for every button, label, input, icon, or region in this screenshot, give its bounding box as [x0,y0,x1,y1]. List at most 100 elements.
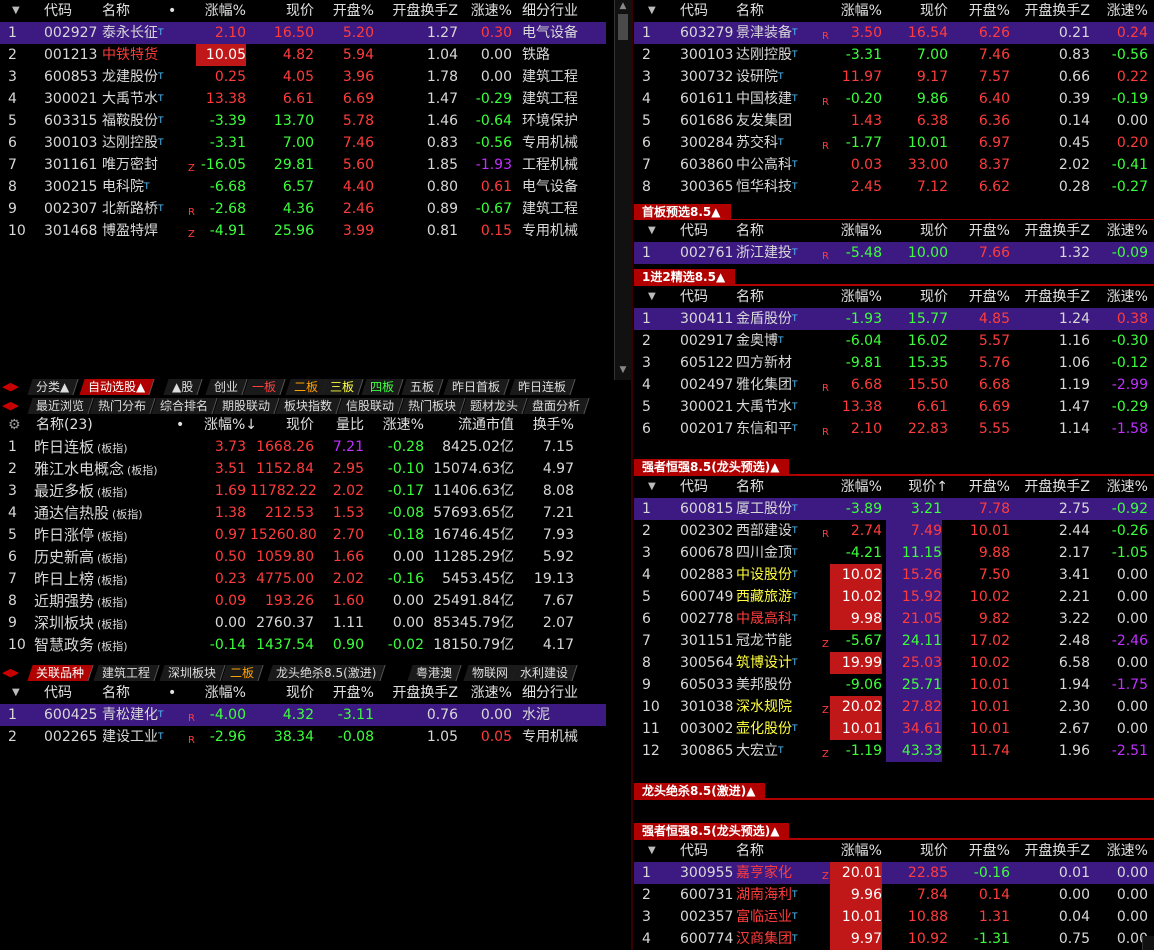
table-row[interactable]: 4 002497 雅化集团T R 6.68 15.50 6.68 1.19 -2.99 [634,374,1154,396]
sort-arrow-icon[interactable]: ▼ [648,220,656,242]
tab-tabs2-2[interactable]: 综合排名 [151,398,218,414]
table-row[interactable]: 1 300955 嘉亨家化 Z 20.01 22.85 -0.16 0.01 0.00 [634,862,1154,884]
table-row[interactable]: 6 002017 东信和平T R 2.10 22.83 5.55 1.14 -1.58 [634,418,1154,440]
table-row[interactable]: 5 昨日涨停 (板指) 0.97 15260.80 2.70 -0.18 16746.45亿 7… [0,524,630,546]
table-row[interactable]: 1 300411 金盾股份T -1.93 15.77 4.85 1.24 0.38 [634,308,1154,330]
section-title-label[interactable]: 1进2精选8.5▲ [634,269,736,285]
table-row[interactable]: 2 002265 建设工业T R -2.96 38.34 -0.08 1.05 0.05 专用机械 [0,726,630,748]
table-row[interactable]: 4 300021 大禹节水T 13.38 6.61 6.69 1.47 -0.29 建筑工程 [0,88,630,110]
sort-arrow-icon[interactable]: ▼ [648,0,656,22]
tab-left-arrow-icon[interactable]: ◀▶ [2,399,19,412]
table-row[interactable]: 2 001213 中铁特货 10.05 4.82 5.94 1.04 0.00 铁路 [0,44,630,66]
table-row[interactable]: 1 002927 泰永长征T 2.10 16.50 5.20 1.27 0.30 电气设备 [0,22,606,44]
tab-tabs2-5[interactable]: 信股联动 [337,398,404,414]
table-row[interactable]: 3 600678 四川金顶T -4.21 11.15 9.88 2.17 -1.05 [634,542,1154,564]
tab-tabs1-1[interactable]: 自动选股▲ [79,379,155,395]
table-row[interactable]: 11 003002 壶化股份T 10.01 34.61 10.01 2.67 0.00 [634,718,1154,740]
sort-arrow-icon[interactable]: ▼ [12,0,20,22]
tab-tabs1-4[interactable]: 一板 [243,379,286,395]
tab-tabs2-8[interactable]: 盘面分析 [523,398,590,414]
table-row[interactable]: 5 600749 西藏旅游T 10.02 15.92 10.02 2.21 0.00 [634,586,1154,608]
vertical-divider[interactable] [631,0,633,950]
tab-tabs2-4[interactable]: 板块指数 [275,398,342,414]
section-title-1to2[interactable]: 1进2精选8.5▲ [634,268,1154,286]
table-row[interactable]: 8 近期强势 (板指) 0.09 193.26 1.60 0.00 25491.84亿 7.67 [0,590,630,612]
tab-tabs1-9[interactable]: 昨日首板 [443,379,510,395]
tab-left-arrow-icon[interactable]: ◀▶ [2,666,19,679]
table-row[interactable]: 9 002307 北新路桥T R -2.68 4.36 2.46 0.89 -0.67 建筑工程 [0,198,630,220]
tab-tabs3-6[interactable]: 物联网 [463,665,518,681]
table-row[interactable]: 6 历史新高 (板指) 0.50 1059.80 1.66 0.00 11285.29亿 5.9… [0,546,630,568]
tab-tabs1-8[interactable]: 五板 [401,379,444,395]
scroll-down-arrow-icon[interactable]: ▼ [615,364,631,376]
table-row[interactable]: 2 300103 达刚控股T -3.31 7.00 7.46 0.83 -0.56 [634,44,1154,66]
tab-tabs1-10[interactable]: 昨日连板 [509,379,576,395]
section-title-dragon[interactable]: 龙头绝杀8.5(激进)▲ [634,782,1154,800]
tab-left-arrow-icon[interactable]: ◀▶ [2,380,19,393]
section-title-strong-2[interactable]: 强者恒强8.5(龙头预选)▲ [634,822,1154,840]
tab-tabs3-7[interactable]: 水利建设 [511,665,578,681]
table-row[interactable]: 2 雅江水电概念 (板指) 3.51 1152.84 2.95 -0.10 15074.63亿… [0,458,630,480]
tab-tabs1-3[interactable]: 创业 [205,379,248,395]
table-row[interactable]: 8 300215 电科院T -6.68 6.57 4.40 0.80 0.61 电气设备 [0,176,630,198]
table-row[interactable]: 1 昨日连板 (板指) 3.73 1668.26 7.21 -0.28 8425.02亿 7.1… [0,436,630,458]
table-row[interactable]: 2 002917 金奥博T -6.04 16.02 5.57 1.16 -0.30 [634,330,1154,352]
table-row[interactable]: 1 002761 浙江建投T R -5.48 10.00 7.66 1.32 -0.09 [634,242,1154,264]
table-row[interactable]: 7 昨日上榜 (板指) 0.23 4775.00 2.02 -0.16 5453.45亿 19.… [0,568,630,590]
tab-tabs2-7[interactable]: 题材龙头 [461,398,528,414]
table-row[interactable]: 5 300021 大禹节水T 13.38 6.61 6.69 1.47 -0.29 [634,396,1154,418]
scroll-up-arrow-icon[interactable]: ▲ [615,0,631,12]
section-title-label[interactable]: 强者恒强8.5(龙头预选)▲ [634,459,790,475]
sort-arrow-icon[interactable]: ▼ [12,682,20,704]
table-row[interactable]: 10 智慧政务 (板指) -0.14 1437.54 0.90 -0.02 18150.79亿… [0,634,630,656]
sort-arrow-icon[interactable]: ▼ [648,840,656,862]
right-bottom-scrollbar[interactable] [1142,936,1154,950]
tab-tabs1-0[interactable]: 分类▲ [27,379,79,395]
table-row[interactable]: 3 最近多板 (板指) 1.69 11782.22 2.02 -0.17 11406.63亿 8… [0,480,630,502]
tab-tabs3-5[interactable]: 粤港澳 [407,665,462,681]
table-row[interactable]: 4 通达信热股 (板指) 1.38 212.53 1.53 -0.08 57693.65亿 7.… [0,502,630,524]
table-row[interactable]: 8 300365 恒华科技T 2.45 7.12 6.62 0.28 -0.27 [634,176,1154,198]
table-row[interactable]: 7 603860 中公高科T 0.03 33.00 8.37 2.02 -0.41 [634,154,1154,176]
section-title-label[interactable]: 强者恒强8.5(龙头预选)▲ [634,823,790,839]
top-left-scrollbar[interactable]: ▲ ▼ [614,0,631,380]
table-row[interactable]: 9 深圳板块 (板指) 0.00 2760.37 1.11 0.00 85345.79亿 2.0… [0,612,630,634]
sort-arrow-icon[interactable]: ▼ [648,286,656,308]
tab-tabs1-6[interactable]: 三板 [321,379,364,395]
table-row[interactable]: 1 600425 青松建化T R -4.00 4.32 -3.11 0.76 0.00 水泥 [0,704,606,726]
tab-tabs3-4[interactable]: 龙头绝杀8.5(激进) [267,665,387,681]
tab-tabs2-3[interactable]: 期股联动 [213,398,280,414]
table-row[interactable]: 3 600853 龙建股份T 0.25 4.05 3.96 1.78 0.00 建筑工程 [0,66,630,88]
table-row[interactable]: 2 002302 西部建设T R 2.74 7.49 10.01 2.44 -0.26 [634,520,1154,542]
tab-tabs3-3[interactable]: 二板 [221,665,264,681]
section-title-strong[interactable]: 强者恒强8.5(龙头预选)▲ [634,458,1154,476]
tab-tabs2-0[interactable]: 最近浏览 [27,398,94,414]
section-title-label[interactable]: 龙头绝杀8.5(激进)▲ [634,783,766,799]
tab-tabs3-2[interactable]: 深圳板块 [159,665,226,681]
section-title-label[interactable]: 首板预选8.5▲ [634,204,731,220]
table-row[interactable]: 3 300732 设研院T 11.97 9.17 7.57 0.66 0.22 [634,66,1154,88]
table-row[interactable]: 1 600815 厦工股份T -3.89 3.21 7.78 2.75 -0.92 [634,498,1154,520]
table-row[interactable]: 12 300865 大宏立T Z -1.19 43.33 11.74 1.96 -2.51 [634,740,1154,762]
tab-tabs2-1[interactable]: 热门分布 [89,398,156,414]
table-row[interactable]: 8 300564 筑博设计T 19.99 25.03 10.02 6.58 0.00 [634,652,1154,674]
gear-icon[interactable]: ⚙ [8,414,21,436]
table-row[interactable]: 6 002778 中晟高科T 9.98 21.05 9.82 3.22 0.00 [634,608,1154,630]
table-row[interactable]: 10 301038 深水规院 Z 20.02 27.82 10.01 2.30 0.00 [634,696,1154,718]
tab-tabs1-2[interactable]: ▲股 [163,379,203,395]
table-row[interactable]: 4 002883 中设股份T 10.02 15.26 7.50 3.41 0.00 [634,564,1154,586]
table-row[interactable]: 9 605033 美邦股份 -9.06 25.71 10.01 1.94 -1.75 [634,674,1154,696]
table-row[interactable]: 2 600731 湖南海利T 9.96 7.84 0.14 0.00 0.00 [634,884,1154,906]
scrollbar-thumb[interactable] [618,14,628,40]
table-row[interactable]: 5 601686 友发集团 1.43 6.38 6.36 0.14 0.00 [634,110,1154,132]
table-row[interactable]: 7 301161 唯万密封 Z -16.05 29.81 5.60 1.85 -1.93 工程机械 [0,154,630,176]
table-row[interactable]: 1 603279 景津装备T R 3.50 16.54 6.26 0.21 0.24 [634,22,1154,44]
tab-tabs3-0[interactable]: 关联品种 [27,665,94,681]
section-title-first-board[interactable]: 首板预选8.5▲ [634,203,1154,221]
table-row[interactable]: 4 601611 中国核建T R -0.20 9.86 6.40 0.39 -0.19 [634,88,1154,110]
table-row[interactable]: 10 301468 博盈特焊 Z -4.91 25.96 3.99 0.81 0.15 专用机械 [0,220,630,242]
table-row[interactable]: 4 600774 汉商集团T 9.97 10.92 -1.31 0.75 0.00 [634,928,1154,950]
table-row[interactable]: 5 603315 福鞍股份T -3.39 13.70 5.78 1.46 -0.64 环境保护 [0,110,630,132]
tab-tabs2-6[interactable]: 热门板块 [399,398,466,414]
sort-arrow-icon[interactable]: ▼ [648,476,656,498]
